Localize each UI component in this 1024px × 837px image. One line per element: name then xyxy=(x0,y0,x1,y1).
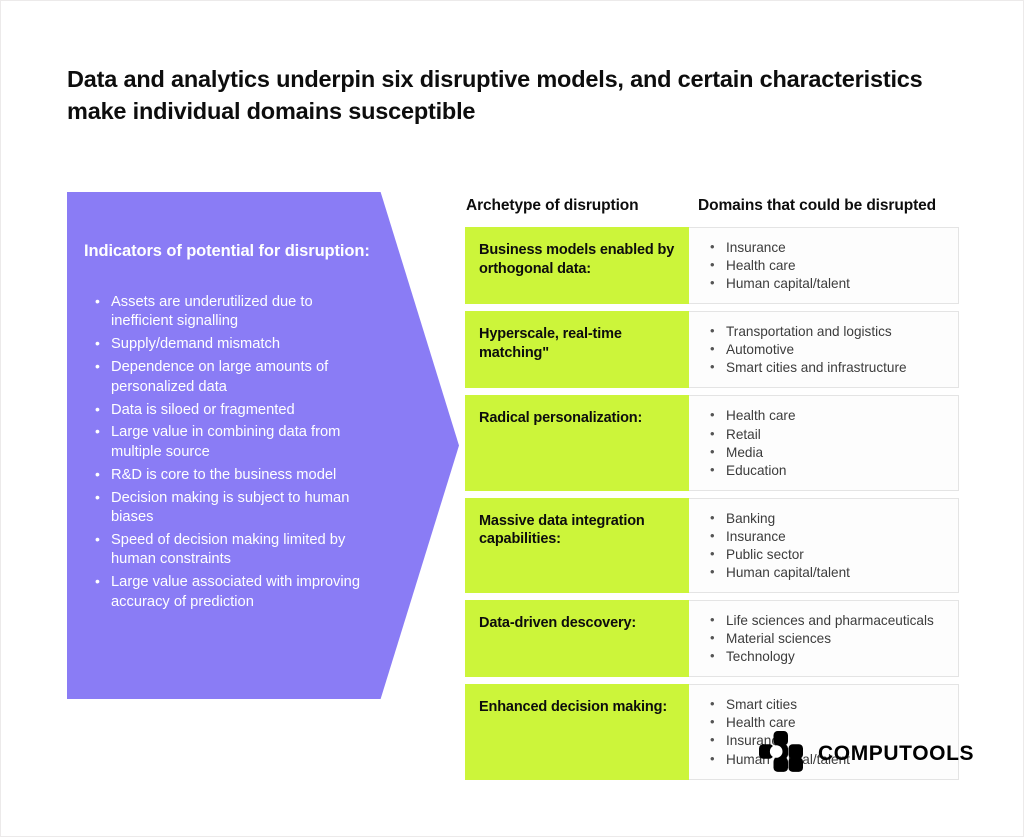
archetype-cell: Radical personalization: xyxy=(465,395,689,491)
domain-list-item: Retail xyxy=(708,425,948,444)
column-header-archetype: Archetype of disruption xyxy=(466,197,639,214)
archetype-cell: Enhanced decision making: xyxy=(465,684,689,780)
domains-cell: InsuranceHealth careHuman capital/talent xyxy=(689,227,959,305)
table-row: Business models enabled by orthogonal da… xyxy=(465,227,959,305)
slide-canvas: Data and analytics underpin six disrupti… xyxy=(0,0,1024,837)
domain-list-item: Smart cities and infrastructure xyxy=(708,358,948,377)
indicator-bullet: Supply/demand mismatch xyxy=(94,334,374,354)
column-header-domains: Domains that could be disrupted xyxy=(698,197,937,214)
domain-list-item: Automotive xyxy=(708,340,948,359)
indicator-bullet: Speed of decision making limited by huma… xyxy=(94,530,374,570)
indicators-heading: Indicators of potential for disruption: xyxy=(84,242,370,260)
domain-list-item: Human capital/talent xyxy=(708,274,948,293)
table-row: Data-driven descovery: Life sciences and … xyxy=(465,600,959,678)
domains-list: Health careRetailMediaEducation xyxy=(708,406,948,480)
domain-list-item: Banking xyxy=(708,509,948,528)
domain-list-item: Insurance xyxy=(708,527,948,546)
domain-list-item: Public sector xyxy=(708,545,948,564)
indicator-bullet: Decision making is subject to human bias… xyxy=(94,488,374,528)
indicators-bullet-list: Assets are underutilized due to ineffici… xyxy=(94,292,374,616)
domain-list-item: Life sciences and pharmaceuticals xyxy=(708,611,948,630)
table-row: Hyperscale, real-time matching" Transport… xyxy=(465,311,959,389)
indicator-bullet: Dependence on large amounts of personali… xyxy=(94,357,374,397)
domain-list-item: Transportation and logistics xyxy=(708,322,948,341)
archetype-cell: Business models enabled by orthogonal da… xyxy=(465,227,689,305)
archetype-cell: Massive data integration capabilities: xyxy=(465,497,689,594)
brand-name: COMPUTOOLS xyxy=(818,741,975,765)
domain-list-item: Media xyxy=(708,443,948,462)
page-title: Data and analytics underpin six disrupti… xyxy=(67,66,923,124)
domains-list: Life sciences and pharmaceuticalsMateria… xyxy=(708,611,948,666)
indicator-bullet: Large value in combining data from multi… xyxy=(94,422,374,462)
domains-list: InsuranceHealth careHuman capital/talent xyxy=(708,238,948,293)
indicator-bullet: Assets are underutilized due to ineffici… xyxy=(94,292,374,332)
domains-cell: Life sciences and pharmaceuticalsMateria… xyxy=(689,600,959,678)
indicator-bullet: Data is siloed or fragmented xyxy=(94,400,374,420)
domains-cell: Health careRetailMediaEducation xyxy=(689,395,959,491)
computools-blocks-icon xyxy=(759,731,803,772)
domains-cell: BankingInsurancePublic sectorHuman capit… xyxy=(689,497,959,594)
domain-list-item: Human capital/talent xyxy=(708,563,948,582)
domain-list-item: Education xyxy=(708,461,948,480)
domains-list: BankingInsurancePublic sectorHuman capit… xyxy=(708,509,948,582)
domain-list-item: Smart cities xyxy=(708,695,948,714)
archetype-cell: Hyperscale, real-time matching" xyxy=(465,311,689,389)
domain-list-item: Health care xyxy=(708,406,948,425)
domains-list: Transportation and logisticsAutomotiveSm… xyxy=(708,322,948,377)
domain-list-item: Health care xyxy=(708,256,948,275)
domains-cell: Transportation and logisticsAutomotiveSm… xyxy=(689,311,959,389)
brand-logo: COMPUTOOLS xyxy=(759,731,974,776)
indicator-bullet: Large value associated with improving ac… xyxy=(94,572,374,612)
disruption-table: Business models enabled by orthogonal da… xyxy=(465,227,959,787)
table-row: Massive data integration capabilities: Ba… xyxy=(465,497,959,594)
indicator-bullet: R&D is core to the business model xyxy=(94,465,374,485)
domain-list-item: Health care xyxy=(708,713,948,732)
domain-list-item: Technology xyxy=(708,647,948,666)
archetype-cell: Data-driven descovery: xyxy=(465,600,689,678)
table-row: Radical personalization: Health careRetai… xyxy=(465,395,959,491)
domain-list-item: Insurance xyxy=(708,238,948,257)
domain-list-item: Material sciences xyxy=(708,629,948,648)
